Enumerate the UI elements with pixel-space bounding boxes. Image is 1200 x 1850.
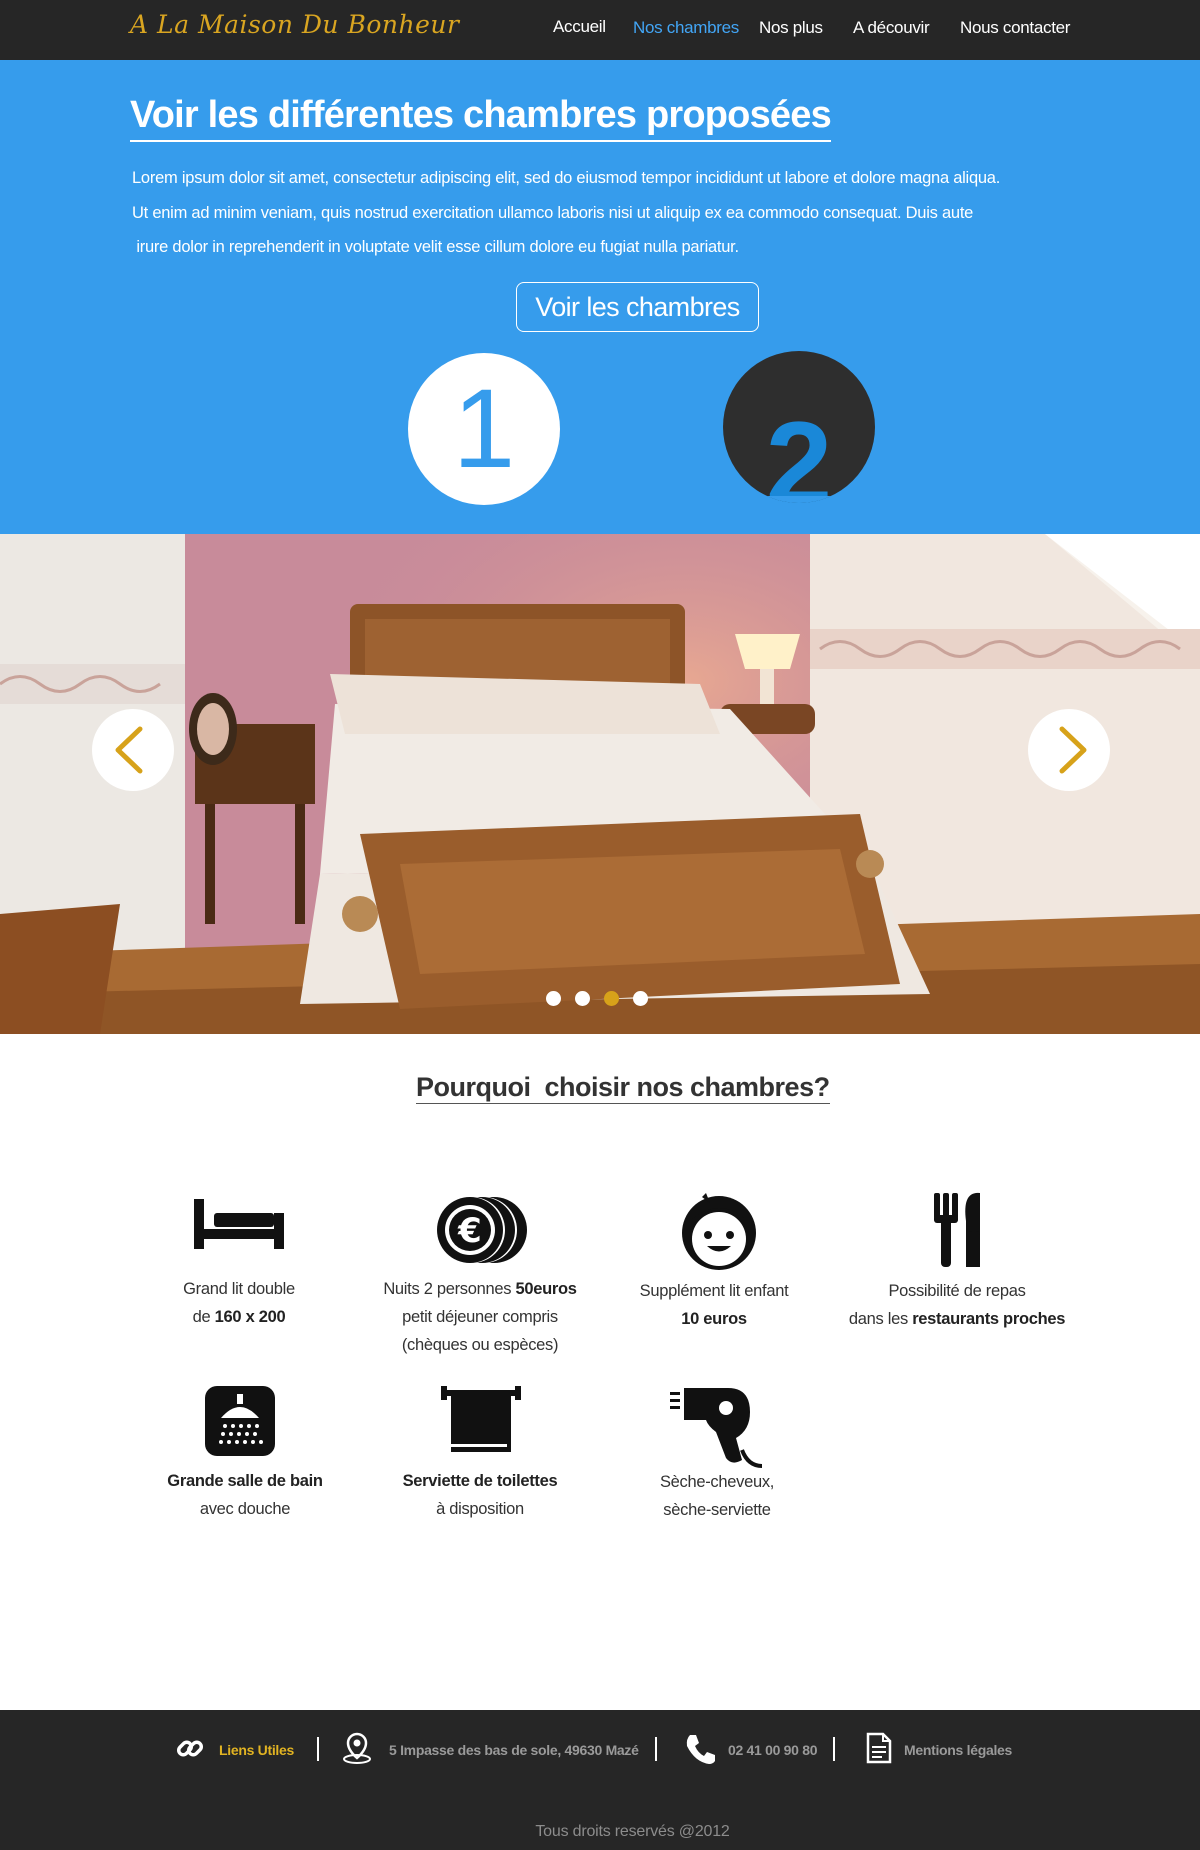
feature-bed-text: Grand lit double de 160 x 200	[114, 1275, 364, 1331]
bedroom-photo	[0, 534, 1200, 1034]
hero-paragraph-line: Lorem ipsum dolor sit amet, consectetur …	[132, 169, 1001, 187]
footer-address-text: 5 Impasse des bas de sole, 49630 Mazé	[389, 1742, 639, 1758]
room-2-button[interactable]: 2	[723, 351, 875, 503]
hero-section: Voir les différentes chambres proposées …	[0, 60, 1200, 534]
slider-prev-button[interactable]	[92, 709, 174, 791]
footer-divider	[655, 1737, 657, 1761]
feature-line: (chèques ou espèces)	[401, 1336, 559, 1354]
feature-line: à disposition	[436, 1500, 524, 1518]
shower-icon	[205, 1386, 275, 1456]
slider-next-button[interactable]	[1028, 709, 1110, 791]
towel-icon	[441, 1386, 521, 1452]
hero-paragraph: Lorem ipsum dolor sit amet, consectetur …	[132, 161, 1092, 265]
bed-icon	[194, 1199, 284, 1249]
nav-item-nos-plus[interactable]: Nos plus	[759, 18, 823, 38]
feature-line: 10 euros	[681, 1310, 747, 1328]
slider-dot-4[interactable]	[633, 991, 648, 1006]
euro-coins-icon: €	[437, 1197, 527, 1263]
feature-child-bed-text: Supplément lit enfant 10 euros	[589, 1277, 839, 1333]
feature-line: petit déjeuner compris	[402, 1308, 558, 1326]
nav-item-nous-contacter[interactable]: Nous contacter	[960, 18, 1070, 38]
hair-dryer-icon	[670, 1388, 763, 1468]
feature-bathroom-text: Grande salle de bain avec douche	[120, 1467, 370, 1523]
view-rooms-button[interactable]: Voir les chambres	[516, 282, 759, 332]
slider-dot-3[interactable]	[604, 991, 619, 1006]
nav-item-accueil[interactable]: Accueil	[553, 17, 606, 37]
feature-hair-dryer-text: Sèche-cheveux, sèche-serviette	[592, 1468, 842, 1524]
nav-item-a-decouvrir[interactable]: A découvir	[853, 18, 930, 38]
footer-legal-label: Mentions légales	[904, 1742, 1013, 1758]
slider-dot-2[interactable]	[575, 991, 590, 1006]
fork-knife-icon	[934, 1192, 980, 1267]
chevron-right-icon	[1059, 726, 1087, 774]
feature-line: Grand lit double	[183, 1280, 295, 1298]
feature-line: dans les restaurants proches	[848, 1310, 1066, 1328]
hero-paragraph-line: Ut enim ad minim veniam, quis nostrud ex…	[132, 203, 974, 222]
nav-item-nos-chambres[interactable]: Nos chambres	[633, 18, 739, 38]
footer-divider	[317, 1737, 319, 1761]
feature-line: avec douche	[199, 1500, 291, 1518]
feature-towels-text: Serviette de toilettes à disposition	[355, 1467, 605, 1523]
feature-meals-text: Possibilité de repas dans les restaurant…	[832, 1277, 1082, 1333]
copyright-text: Tous droits reservés @2012	[535, 1823, 730, 1840]
feature-line: sèche-serviette	[663, 1501, 771, 1519]
feature-price-text: Nuits 2 personnes 50euros petit déjeuner…	[355, 1275, 605, 1359]
svg-text:€: €	[457, 1211, 482, 1251]
feature-line: Serviette de toilettes	[402, 1472, 558, 1490]
link-icon	[176, 1740, 204, 1757]
child-face-icon	[682, 1193, 756, 1270]
document-icon	[866, 1732, 892, 1764]
room-slider	[0, 534, 1200, 1034]
hero-paragraph-line: irure dolor in reprehenderit in voluptat…	[132, 238, 739, 256]
room-1-button[interactable]: 1	[408, 353, 560, 505]
feature-line: Possibilité de repas	[888, 1282, 1026, 1300]
features-title: Pourquoi choisir nos chambres?	[416, 1072, 830, 1104]
room-1-number: 1	[452, 366, 516, 491]
feature-line: Nuits 2 personnes 50euros	[383, 1280, 577, 1298]
room-2-number: 2	[765, 397, 833, 503]
feature-line: Supplément lit enfant	[639, 1282, 789, 1300]
phone-icon	[686, 1735, 715, 1764]
footer-divider	[833, 1737, 835, 1761]
site-header: A La Maison Du Bonheur Accueil Nos chamb…	[0, 0, 1200, 60]
slider-dot-1[interactable]	[546, 991, 561, 1006]
main-nav: Accueil Nos chambres Nos plus A découvir…	[0, 17, 1200, 42]
chevron-left-icon	[115, 726, 143, 774]
feature-line: Grande salle de bain	[167, 1472, 323, 1490]
site-footer: Liens Utiles 5 Impasse des bas de sole, …	[0, 1710, 1200, 1850]
feature-line: de 160 x 200	[192, 1308, 286, 1326]
feature-line: Sèche-cheveux,	[659, 1473, 775, 1491]
footer-useful-links-label: Liens Utiles	[219, 1742, 294, 1758]
map-pin-icon	[343, 1732, 371, 1764]
hero-title: Voir les différentes chambres proposées	[130, 94, 832, 142]
footer-phone-number: 02 41 00 90 80	[728, 1742, 818, 1758]
